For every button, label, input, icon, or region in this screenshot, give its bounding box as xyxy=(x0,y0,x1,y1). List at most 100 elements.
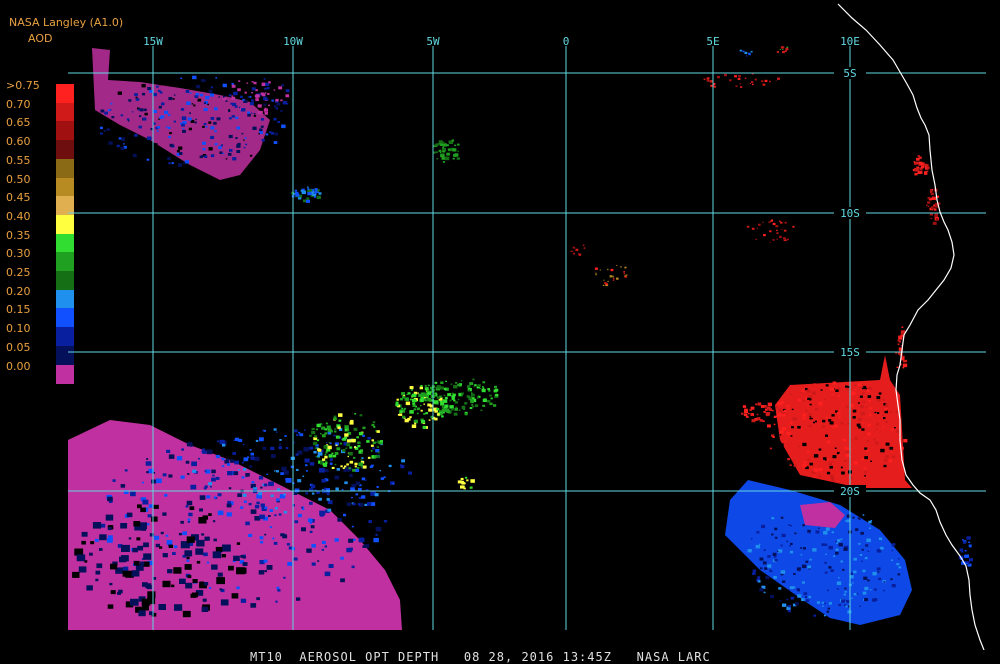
aerosol-pixel xyxy=(969,545,972,548)
aerosol-pixel xyxy=(747,412,750,415)
aerosol-pixel xyxy=(266,87,270,90)
aerosol-pixel xyxy=(322,458,326,461)
aerosol-pixel xyxy=(444,396,448,400)
aerosol-pixel xyxy=(242,443,245,446)
aerosol-pixel xyxy=(866,440,869,443)
aerosol-pixel xyxy=(468,396,472,400)
aerosol-pixel xyxy=(173,545,178,549)
aerosol-pixel xyxy=(276,488,281,491)
aerosol-pixel xyxy=(464,412,468,416)
aerosol-pixel xyxy=(110,590,116,595)
aerosol-pixel xyxy=(328,564,334,568)
aerosol-pixel xyxy=(250,452,254,456)
aerosol-pixel xyxy=(206,449,213,455)
aerosol-pixel xyxy=(789,421,793,424)
aerosol-pixel xyxy=(264,533,267,536)
aerosol-pixel xyxy=(224,97,227,99)
aerosol-pixel xyxy=(825,434,828,437)
aerosol-pixel xyxy=(767,555,771,558)
aerosol-pixel xyxy=(99,534,107,541)
aerosol-pixel xyxy=(863,471,867,474)
aerosol-pixel xyxy=(706,77,710,80)
aerosol-pixel xyxy=(427,384,430,387)
aerosol-pixel xyxy=(764,79,768,82)
aerosol-pixel xyxy=(916,157,920,161)
aerosol-pixel xyxy=(435,151,438,154)
aerosol-pixel xyxy=(784,221,787,224)
aerosol-pixel xyxy=(595,273,598,276)
aerosol-pixel xyxy=(215,476,220,480)
aerosol-pixel xyxy=(189,112,191,114)
aerosol-pixel xyxy=(344,481,348,485)
aerosol-pixel xyxy=(325,422,328,425)
aerosol-pixel xyxy=(231,83,234,85)
aerosol-pixel xyxy=(281,124,286,129)
aerosol-pixel xyxy=(128,99,132,102)
aerosol-pixel xyxy=(215,454,220,459)
aerosol-pixel xyxy=(852,516,855,519)
aerosol-pixel xyxy=(414,422,417,425)
aerosol-pixel xyxy=(257,104,262,108)
aerosol-pixel xyxy=(778,549,783,553)
aerosol-pixel xyxy=(241,476,245,479)
aerosol-pixel xyxy=(220,144,224,147)
aerosol-pixel xyxy=(193,104,196,107)
aerosol-pixel xyxy=(489,394,492,397)
aerosol-pixel xyxy=(103,130,106,132)
aerosol-pixel xyxy=(461,392,464,395)
aerosol-pixel xyxy=(748,53,751,56)
aerosol-pixel xyxy=(283,493,286,496)
aerosol-pixel xyxy=(265,133,269,136)
aerosol-pixel xyxy=(204,155,208,158)
aerosol-pixel xyxy=(362,465,367,469)
aerosol-pixel xyxy=(94,538,99,542)
aerosol-pixel xyxy=(787,407,790,410)
aerosol-pixel xyxy=(807,405,810,407)
aerosol-pixel xyxy=(215,77,218,79)
aerosol-pixel xyxy=(755,544,760,549)
aerosol-pixel xyxy=(861,428,865,431)
aerosol-pixel xyxy=(572,246,576,249)
aerosol-pixel xyxy=(449,399,452,402)
aerosol-pixel xyxy=(405,401,411,406)
aerosol-pixel xyxy=(181,448,184,451)
aerosol-pixel xyxy=(822,419,826,423)
aerosol-pixel xyxy=(186,556,190,560)
aerosol-pixel xyxy=(130,598,139,606)
aerosol-pixel xyxy=(192,579,198,584)
aerosol-pixel xyxy=(280,110,283,112)
aerosol-pixel xyxy=(932,221,937,225)
aerosol-pixel xyxy=(147,143,152,147)
aerosol-pixel xyxy=(439,412,443,416)
aerosol-pixel xyxy=(199,508,203,512)
aerosol-pixel xyxy=(311,544,316,548)
aerosol-pixel xyxy=(805,409,808,412)
aerosol-pixel xyxy=(275,600,278,603)
aerosol-pixel xyxy=(447,393,451,397)
aerosol-pixel xyxy=(186,559,190,562)
aerosol-pixel xyxy=(256,597,260,601)
aerosol-pixel xyxy=(787,458,790,461)
aerosol-pixel xyxy=(792,417,797,421)
aerosol-pixel xyxy=(870,520,873,522)
aerosol-pixel xyxy=(769,230,772,233)
aerosol-pixel xyxy=(926,164,929,166)
aerosol-pixel xyxy=(760,405,765,408)
aerosol-pixel xyxy=(595,272,597,274)
aerosol-pixel xyxy=(395,403,399,407)
aerosol-pixel xyxy=(762,420,765,423)
aerosol-pixel xyxy=(321,479,326,483)
aerosol-pixel xyxy=(864,598,868,602)
aerosol-pixel xyxy=(453,154,457,157)
aerosol-pixel xyxy=(927,196,931,200)
aerosol-pixel xyxy=(897,343,900,346)
aerosol-pixel xyxy=(770,595,774,599)
aerosol-pixel xyxy=(822,605,824,607)
aerosol-pixel xyxy=(456,157,460,160)
aerosol-pixel xyxy=(879,431,881,433)
aerosol-pixel xyxy=(233,91,238,96)
aerosol-pixel xyxy=(229,117,232,120)
aerosol-pixel xyxy=(809,558,812,561)
aerosol-pixel xyxy=(208,513,212,516)
aerosol-pixel xyxy=(776,51,779,53)
